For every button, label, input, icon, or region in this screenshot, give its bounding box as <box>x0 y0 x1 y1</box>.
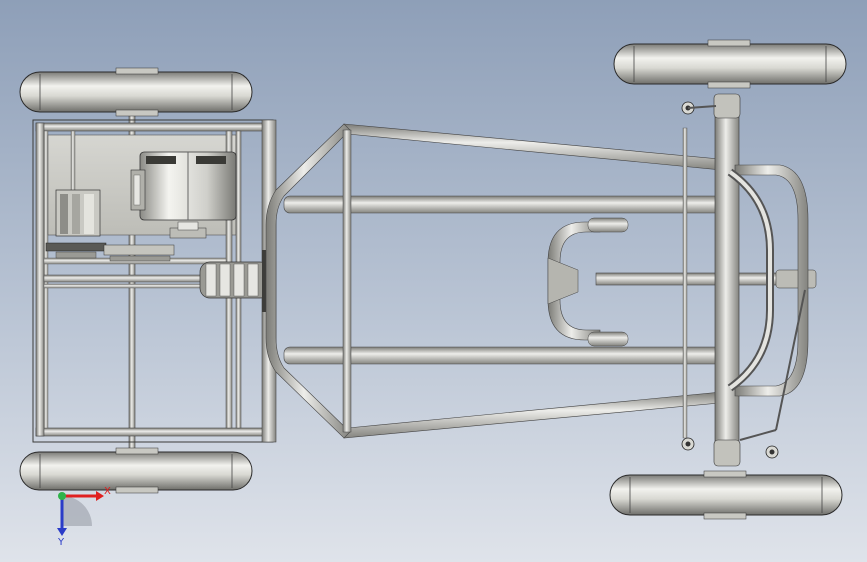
front-spindle-bottom <box>681 437 779 467</box>
nose-hoop <box>265 123 351 439</box>
front-axle-beam <box>714 109 740 457</box>
rear-right-wheel[interactable] <box>19 447 253 494</box>
axis-triad[interactable]: X Y <box>57 486 111 548</box>
upper-side-rail <box>343 123 731 171</box>
controller-box <box>55 189 101 237</box>
x-axis-label: X <box>104 486 111 497</box>
front-right-wheel[interactable] <box>609 470 843 520</box>
rear-frame[interactable] <box>32 69 277 491</box>
cross-tube <box>342 129 352 433</box>
lower-side-rail <box>343 391 731 439</box>
cad-model-drawing: X Y <box>19 39 847 548</box>
main-chassis-frame[interactable] <box>265 109 817 457</box>
rear-left-wheel[interactable] <box>19 67 253 117</box>
front-left-wheel[interactable] <box>613 39 847 89</box>
front-spindle-top <box>681 93 741 119</box>
triad-origin <box>58 492 66 500</box>
tie-rod <box>682 127 688 439</box>
electric-motor <box>130 151 237 221</box>
triad-plane <box>62 496 92 526</box>
cad-viewport[interactable]: X Y <box>0 0 867 562</box>
y-axis-label: Y <box>57 537 65 548</box>
